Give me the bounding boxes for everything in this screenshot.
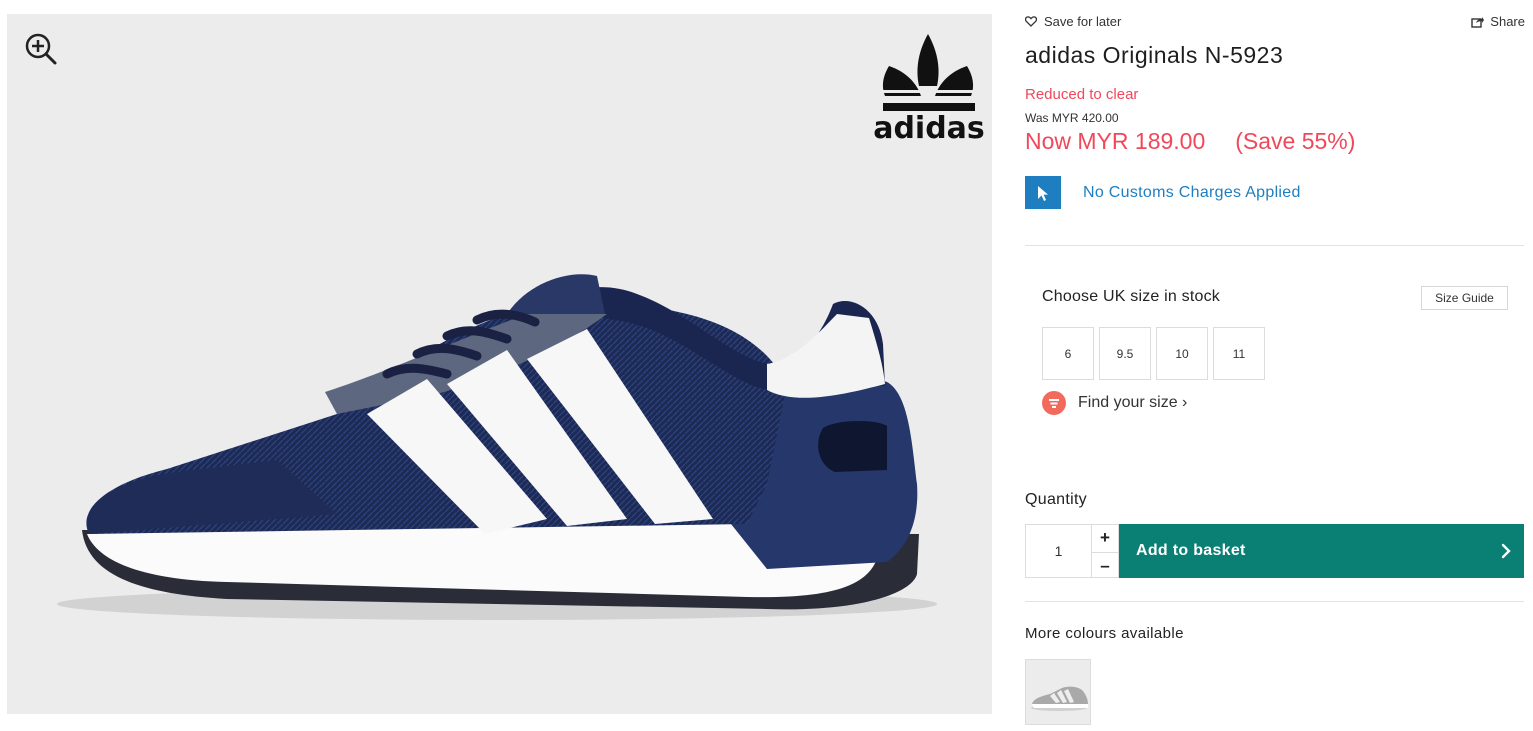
size-option[interactable]: 11 xyxy=(1213,327,1265,380)
customs-notice: No Customs Charges Applied xyxy=(1025,176,1301,209)
add-to-basket-label: Add to basket xyxy=(1136,542,1246,559)
save-for-later-label: Save for later xyxy=(1044,14,1122,29)
zoom-in-icon[interactable] xyxy=(21,30,61,70)
brand-logo-text: adidas xyxy=(873,111,985,144)
save-percentage: (Save 55%) xyxy=(1235,128,1356,154)
divider xyxy=(1025,601,1524,602)
more-colours-title: More colours available xyxy=(1025,625,1184,642)
share-label: Share xyxy=(1490,14,1525,29)
price-row: Now MYR 189.00 (Save 55%) xyxy=(1025,128,1355,155)
quantity-increase-button[interactable]: + xyxy=(1092,525,1118,551)
was-price: Was MYR 420.00 xyxy=(1025,111,1119,125)
size-option[interactable]: 6 xyxy=(1042,327,1094,380)
quantity-label: Quantity xyxy=(1025,491,1087,508)
cursor-arrow-icon xyxy=(1025,176,1061,209)
heart-outline-icon xyxy=(1025,16,1037,27)
size-option[interactable]: 9.5 xyxy=(1099,327,1151,380)
sale-status: Reduced to clear xyxy=(1025,86,1139,103)
quantity-stepper: + – xyxy=(1092,524,1119,578)
colour-variant-thumbnail[interactable] xyxy=(1025,659,1091,725)
chevron-right-icon xyxy=(1501,543,1511,559)
size-selector-title: Choose UK size in stock xyxy=(1042,288,1221,305)
top-actions: Save for later Share xyxy=(1025,12,1525,32)
size-option[interactable]: 10 xyxy=(1156,327,1208,380)
ruler-icon xyxy=(1042,391,1066,415)
size-options: 6 9.5 10 11 xyxy=(1042,327,1265,380)
customs-text: No Customs Charges Applied xyxy=(1083,183,1301,201)
product-image xyxy=(57,274,937,620)
share-icon xyxy=(1471,16,1485,28)
size-guide-button[interactable]: Size Guide xyxy=(1421,286,1508,310)
product-title: adidas Originals N-5923 xyxy=(1025,42,1284,68)
find-your-size-link[interactable]: Find your size › xyxy=(1042,391,1187,415)
quantity-input[interactable]: 1 xyxy=(1025,524,1092,578)
save-for-later-button[interactable]: Save for later xyxy=(1025,14,1121,29)
find-your-size-label: Find your size › xyxy=(1078,394,1188,411)
quantity-decrease-button[interactable]: – xyxy=(1092,552,1118,578)
product-details: Save for later Share adidas Originals N-… xyxy=(1025,0,1525,731)
divider xyxy=(1025,245,1524,246)
adidas-trefoil-logo: adidas xyxy=(869,28,989,146)
product-image-gallery: adidas xyxy=(7,14,992,714)
now-price: Now MYR 189.00 xyxy=(1025,128,1206,154)
add-to-basket-button[interactable]: Add to basket xyxy=(1119,524,1524,578)
share-button[interactable]: Share xyxy=(1471,14,1525,29)
